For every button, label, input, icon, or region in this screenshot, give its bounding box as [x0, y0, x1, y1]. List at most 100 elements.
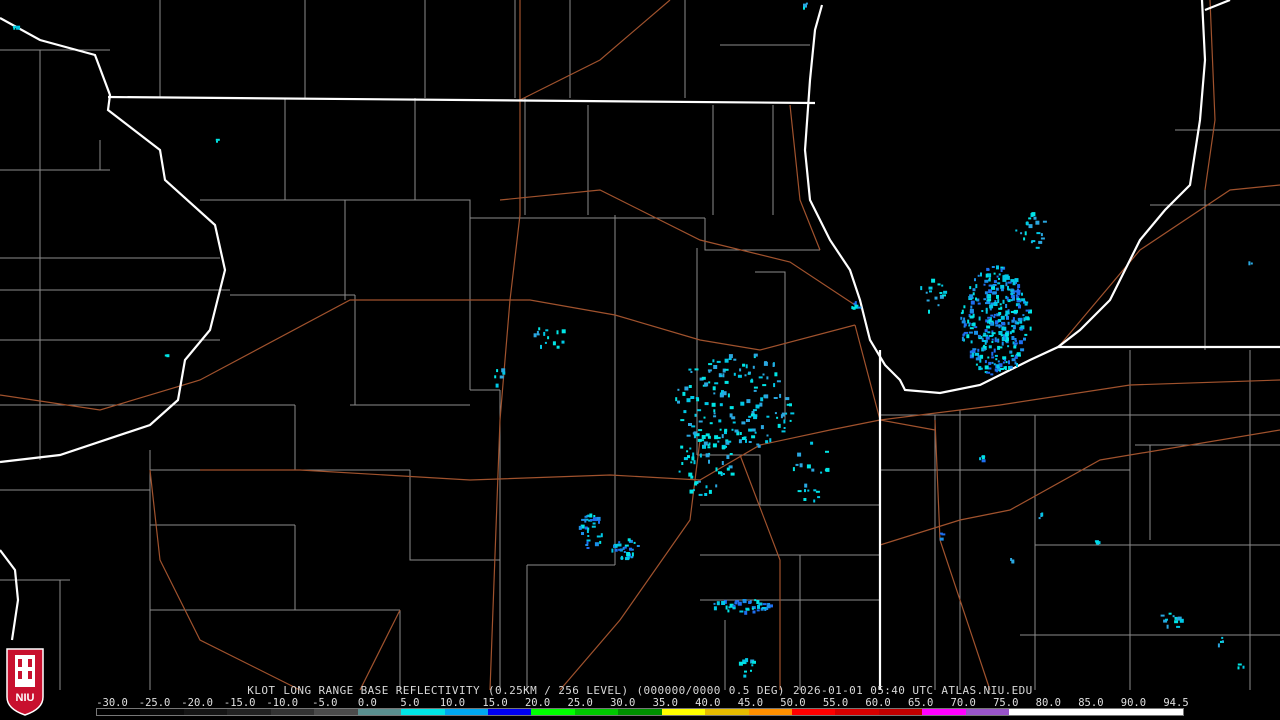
echo-pixel	[1160, 614, 1165, 617]
echo-pixel	[703, 441, 708, 446]
echo-pixel	[1004, 337, 1007, 341]
echo-pixel	[692, 452, 695, 457]
echo-pixel	[789, 419, 792, 422]
echo-pixel	[982, 348, 986, 351]
state-borders	[0, 0, 1280, 690]
echo-pixel	[968, 331, 973, 334]
echo-pixel	[701, 376, 706, 380]
echo-pixel	[995, 324, 999, 327]
echo-pixel	[540, 344, 542, 349]
echo-pixel	[785, 412, 788, 415]
echo-pixel	[988, 361, 992, 365]
echo-pixel	[708, 381, 711, 384]
echo-pixel	[977, 348, 980, 352]
scale-swatch	[401, 709, 445, 715]
echo-pixel	[991, 361, 994, 364]
echo-pixel	[972, 322, 976, 327]
echo-pixel	[749, 600, 752, 604]
echo-pixel	[733, 358, 737, 361]
echo-pixel	[1013, 345, 1017, 349]
echo-pixel	[1022, 314, 1025, 317]
echo-pixel	[744, 670, 747, 673]
echo-pixel	[762, 384, 767, 387]
radar-map	[0, 0, 1280, 691]
echo-pixel	[708, 369, 711, 373]
echo-pixel	[740, 401, 745, 406]
echo-pixel	[1217, 643, 1220, 648]
echo-pixel	[561, 329, 566, 334]
echo-pixel	[779, 393, 782, 398]
echo-pixel	[983, 298, 987, 301]
echo-pixel	[753, 415, 758, 420]
echo-pixel	[1014, 278, 1019, 283]
scale-swatch	[792, 709, 836, 715]
echo-pixel	[939, 532, 943, 535]
echo-pixel	[763, 361, 768, 366]
echo-pixel	[1248, 261, 1251, 266]
echo-pixel	[810, 441, 814, 445]
echo-pixel	[686, 434, 691, 437]
echo-pixel	[625, 556, 630, 560]
echo-pixel	[682, 391, 686, 396]
echo-pixel	[985, 273, 988, 278]
echo-pixel	[999, 346, 1003, 349]
county-borders	[0, 0, 1280, 690]
echo-pixel	[722, 373, 725, 378]
echo-pixel	[1000, 268, 1003, 272]
echo-pixel	[781, 412, 785, 417]
echo-pixel	[494, 375, 497, 379]
echo-pixel	[752, 660, 756, 664]
echo-pixel	[997, 299, 1000, 304]
echo-pixel	[734, 429, 739, 433]
scale-swatch	[1139, 709, 1183, 715]
echo-pixel	[984, 279, 989, 283]
echo-pixel	[697, 409, 702, 412]
echo-pixel	[1004, 332, 1009, 337]
echo-pixel	[753, 386, 758, 389]
echo-pixel	[752, 409, 757, 412]
echo-pixel	[707, 444, 710, 447]
echo-pixel	[1165, 618, 1168, 621]
echo-pixel	[709, 422, 713, 425]
echo-pixel	[968, 324, 971, 327]
echo-pixel	[1172, 615, 1175, 618]
echo-pixel	[712, 443, 717, 448]
mississippi-river-border	[0, 17, 227, 464]
echo-pixel	[762, 603, 767, 606]
echo-pixel	[1006, 315, 1009, 320]
echo-pixel	[857, 306, 862, 309]
echo-pixel	[691, 456, 695, 461]
echo-pixel	[586, 529, 589, 533]
echo-pixel	[994, 354, 998, 357]
echo-pixel	[993, 348, 996, 353]
echo-pixel	[216, 140, 218, 143]
echo-pixel	[774, 372, 778, 377]
echo-pixel	[1010, 288, 1014, 291]
echo-pixel	[975, 297, 977, 301]
echo-pixel	[683, 410, 687, 414]
echo-pixel	[744, 610, 748, 615]
echo-pixel	[993, 302, 998, 306]
echo-pixel	[1013, 342, 1018, 345]
echo-pixel	[726, 455, 730, 459]
echo-pixel	[1007, 345, 1010, 348]
echo-pixel	[983, 332, 987, 335]
echo-pixel	[1011, 319, 1015, 323]
echo-pixel	[756, 609, 760, 612]
echo-pixel	[1002, 299, 1005, 304]
echo-pixel	[1024, 301, 1029, 304]
echo-pixel	[1026, 221, 1029, 226]
echo-pixel	[748, 415, 752, 418]
echo-pixel	[764, 394, 769, 399]
scale-swatch	[140, 709, 184, 715]
echo-pixel	[741, 662, 746, 664]
echo-pixel	[636, 545, 640, 547]
echo-pixel	[502, 371, 506, 375]
echo-pixel	[717, 440, 720, 443]
echo-pixel	[730, 407, 734, 410]
echo-pixel	[1166, 624, 1169, 629]
echo-pixel	[977, 302, 981, 305]
echo-pixel	[1003, 274, 1006, 278]
echo-pixel	[613, 544, 615, 548]
echo-pixel	[972, 288, 976, 292]
